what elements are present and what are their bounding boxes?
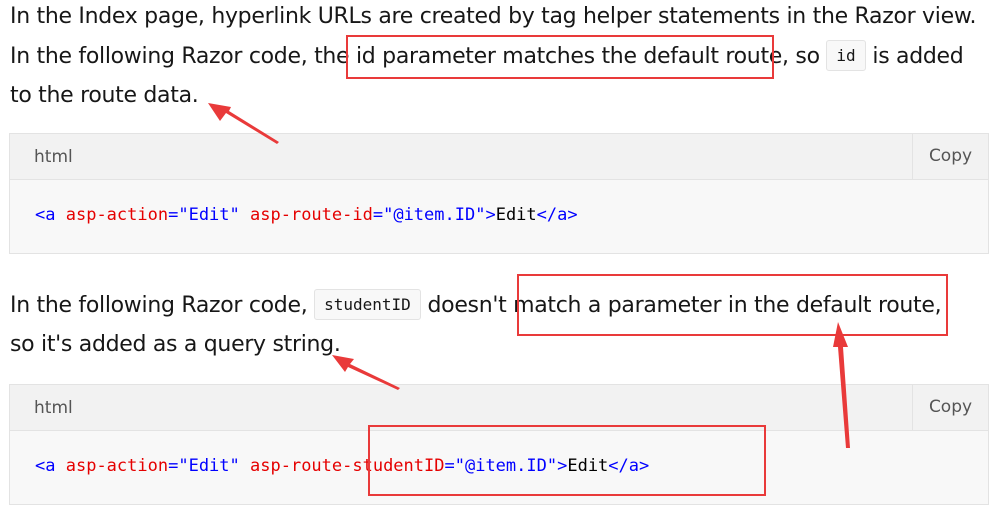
highlight-box-id-parameter	[346, 35, 774, 79]
code-token: "@item.ID"	[383, 205, 486, 225]
highlight-box-route-studentid	[368, 425, 766, 496]
code-token: Edit	[495, 205, 537, 225]
code-token: "Edit"	[178, 205, 240, 225]
copy-button[interactable]: Copy	[912, 385, 988, 430]
text-fragment: In the following Razor code,	[10, 293, 315, 318]
text-fragment: , so	[782, 44, 827, 69]
code-language-label: html	[34, 147, 73, 167]
code-token: <a	[35, 456, 56, 476]
highlight-box-match-parameter	[517, 274, 948, 336]
text-line: In the following Razor code, the	[10, 44, 356, 69]
code-token: <a	[35, 205, 56, 225]
code-block-route-id: html Copy <a asp-action="Edit" asp-route…	[9, 133, 989, 254]
code-language-label: html	[34, 398, 73, 418]
code-token: =	[168, 456, 179, 476]
copy-button[interactable]: Copy	[912, 134, 988, 179]
inline-code-id: id	[826, 40, 866, 71]
code-token: "Edit"	[178, 456, 240, 476]
text-line: so it's added as a query string.	[10, 332, 341, 357]
code-line: <a asp-action="Edit" asp-route-id="@item…	[35, 205, 578, 225]
text-fragment: doesn't	[420, 293, 514, 318]
code-token: asp-action	[65, 205, 169, 225]
inline-code-studentid: studentID	[314, 289, 421, 320]
code-token: asp-action	[65, 456, 169, 476]
code-token: </a>	[536, 205, 578, 225]
text-line: to the route data.	[10, 83, 199, 108]
code-token: asp-route-id	[250, 205, 373, 225]
code-header: html Copy	[10, 134, 988, 180]
text-line: In the Index page, hyperlink URLs are cr…	[10, 4, 977, 29]
text-fragment: is added	[865, 44, 964, 69]
code-token: >	[485, 205, 496, 225]
code-token: =	[168, 205, 179, 225]
code-token: =	[372, 205, 384, 225]
